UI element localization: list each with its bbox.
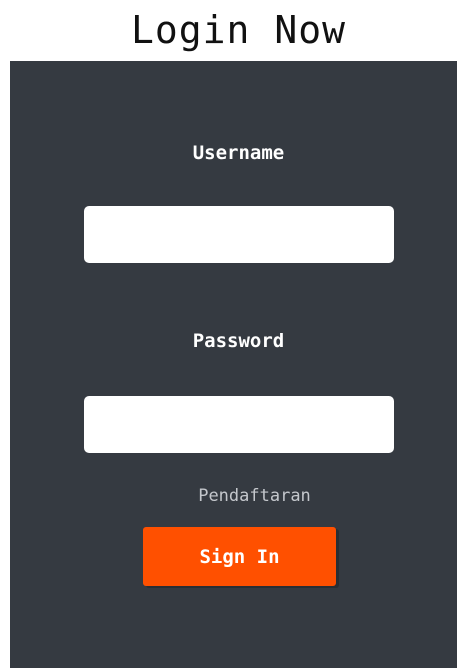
password-label: Password <box>192 330 285 352</box>
login-page: Login Now Username Password Pendaftaran … <box>0 0 457 668</box>
page-title: Login Now <box>131 8 346 52</box>
register-link[interactable]: Pendaftaran <box>0 486 457 506</box>
password-input[interactable] <box>84 396 394 453</box>
username-label: Username <box>192 142 285 164</box>
sign-in-button[interactable]: Sign In <box>143 527 336 586</box>
username-input[interactable] <box>84 206 394 263</box>
